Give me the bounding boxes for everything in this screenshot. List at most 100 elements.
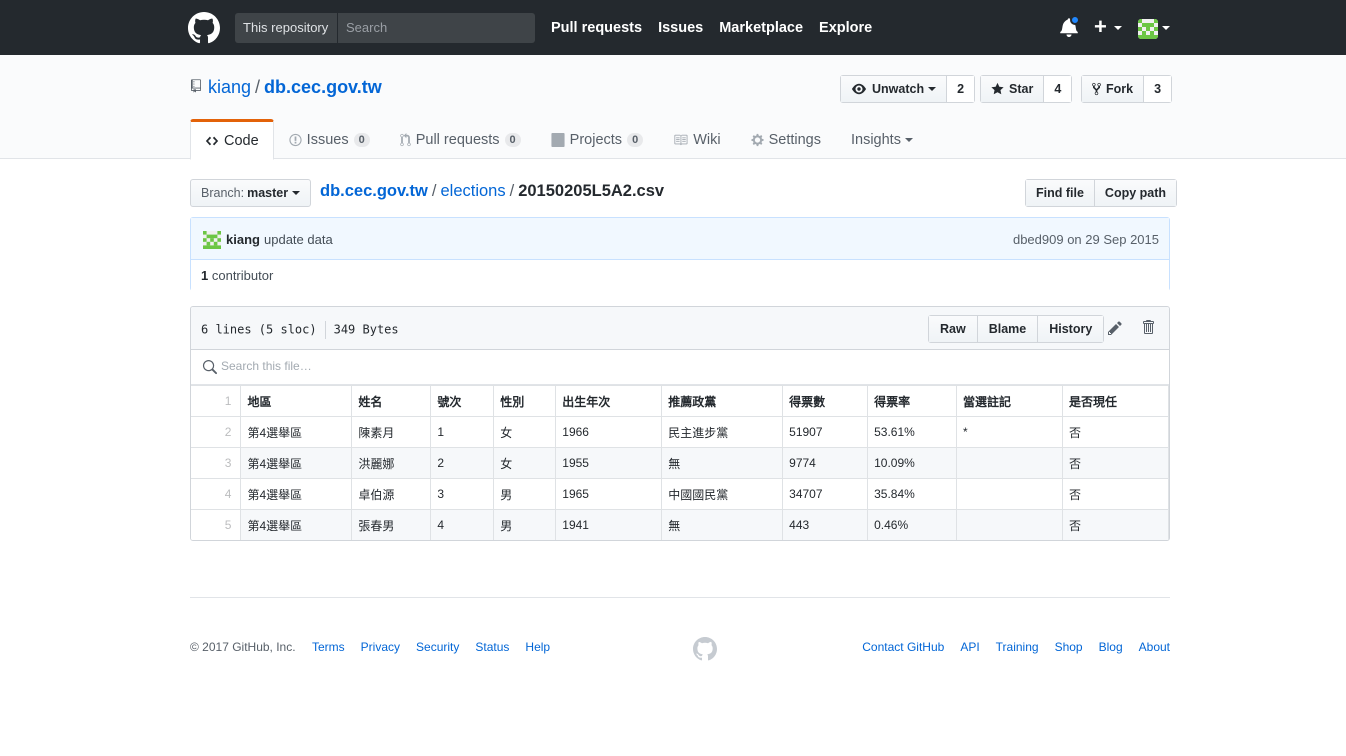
- table-cell: [956, 509, 1063, 540]
- line-number[interactable]: 4: [191, 478, 242, 510]
- tab-settings[interactable]: Settings: [736, 119, 836, 160]
- branch-prefix: Branch:: [201, 186, 245, 200]
- commit-author-link[interactable]: kiang: [226, 232, 260, 247]
- tab-insights[interactable]: Insights: [836, 119, 928, 160]
- fork-label: Fork: [1106, 82, 1134, 96]
- blame-button[interactable]: Blame: [976, 316, 1038, 342]
- line-number[interactable]: 5: [191, 509, 242, 540]
- chevron-down-icon: [928, 87, 937, 91]
- nav-explore[interactable]: Explore: [819, 20, 872, 36]
- table-cell: 陳素月: [351, 416, 432, 448]
- repo-title-separator: /: [255, 77, 261, 97]
- line-number[interactable]: 2: [191, 416, 242, 448]
- nav-marketplace[interactable]: Marketplace: [719, 20, 803, 36]
- search-icon: [202, 360, 217, 375]
- breadcrumb: db.cec.gov.tw / elections/20150205L5A2.csv: [320, 182, 664, 201]
- footer-link-help[interactable]: Help: [525, 640, 550, 654]
- table-cell: 卓伯源: [351, 478, 432, 510]
- table-row: 4 第4選舉區 卓伯源 3 男 1965 中國國民黨 34707 35.84% 否: [191, 478, 1169, 510]
- git-pull-request-icon: [399, 132, 411, 146]
- table-cell: 第4選舉區: [240, 447, 353, 479]
- table-cell: 否: [1061, 447, 1169, 479]
- breadcrumb-folder-link[interactable]: elections: [440, 182, 505, 200]
- footer-copyright: © 2017 GitHub, Inc.: [190, 640, 296, 654]
- tab-code[interactable]: Code: [190, 119, 274, 160]
- raw-button[interactable]: Raw: [929, 316, 977, 342]
- fork-button[interactable]: Fork: [1082, 76, 1145, 102]
- file-info: 6 lines (5 sloc) 349 Bytes: [201, 321, 399, 339]
- contributors-summary[interactable]: 1 contributor: [191, 260, 1169, 291]
- repo-header: kiang / db.cec.gov.tw Unwatch 2 Star 4 For…: [0, 55, 1346, 160]
- tab-pull-requests[interactable]: Pull requests 0: [385, 119, 536, 160]
- line-number[interactable]: 3: [191, 447, 242, 479]
- table-row: 2 第4選舉區 陳素月 1 女 1966 民主進步黨 51907 53.61% * 否: [191, 416, 1169, 448]
- eye-icon: [852, 83, 866, 95]
- create-new-icon[interactable]: +: [1094, 14, 1107, 40]
- table-cell: [956, 478, 1063, 510]
- column-header: 地區: [240, 385, 353, 417]
- user-avatar[interactable]: [1138, 19, 1158, 39]
- footer-link-status[interactable]: Status: [475, 640, 509, 654]
- line-number[interactable]: 1: [191, 385, 242, 417]
- branch-select-button[interactable]: Branch: master: [190, 179, 312, 207]
- forks-count[interactable]: 3: [1144, 76, 1172, 102]
- repo-title: kiang / db.cec.gov.tw: [190, 77, 382, 98]
- column-header: 推薦政黨: [661, 385, 784, 417]
- trashcan-icon[interactable]: [1142, 319, 1154, 335]
- table-cell: 否: [1061, 416, 1169, 448]
- user-caret-icon[interactable]: [1162, 26, 1170, 30]
- project-icon: [551, 132, 565, 147]
- footer-link-shop[interactable]: Shop: [1055, 640, 1083, 654]
- history-button[interactable]: History: [1037, 316, 1104, 342]
- footer-link-contact[interactable]: Contact GitHub: [862, 640, 944, 654]
- github-logo-icon[interactable]: [188, 12, 220, 44]
- create-caret-icon[interactable]: [1114, 26, 1122, 30]
- breadcrumb-root-link[interactable]: db.cec.gov.tw: [320, 182, 428, 200]
- footer-link-security[interactable]: Security: [416, 640, 459, 654]
- copy-path-button[interactable]: Copy path: [1093, 180, 1177, 206]
- pencil-icon[interactable]: [1108, 320, 1122, 336]
- table-cell: 0.46%: [867, 509, 958, 540]
- unwatch-label: Unwatch: [872, 82, 925, 96]
- search-input[interactable]: Search: [338, 13, 387, 43]
- repo-forked-icon: [1092, 82, 1101, 96]
- tab-projects[interactable]: Projects 0: [536, 119, 659, 160]
- table-cell: *: [956, 416, 1063, 448]
- nav-pull-requests[interactable]: Pull requests: [551, 20, 642, 36]
- stargazers-count[interactable]: 4: [1044, 76, 1072, 102]
- footer-link-privacy[interactable]: Privacy: [361, 640, 400, 654]
- tab-issues[interactable]: Issues 0: [274, 119, 385, 160]
- tab-wiki[interactable]: Wiki: [658, 119, 735, 160]
- table-cell: 443: [782, 509, 869, 540]
- table-cell: 第4選舉區: [240, 416, 353, 448]
- global-header: This repository Search Pull requests Iss…: [0, 0, 1346, 55]
- breadcrumb-file-name: 20150205L5A2.csv: [518, 182, 665, 200]
- nav-issues[interactable]: Issues: [658, 20, 703, 36]
- find-file-button[interactable]: Find file: [1026, 180, 1094, 206]
- commit-meta[interactable]: dbed909 on 29 Sep 2015: [1013, 232, 1159, 247]
- repo-owner-link[interactable]: kiang: [208, 77, 251, 97]
- github-mark-icon[interactable]: [693, 637, 717, 661]
- unwatch-button[interactable]: Unwatch: [841, 76, 948, 102]
- footer-link-training[interactable]: Training: [996, 640, 1039, 654]
- header-search[interactable]: This repository Search: [235, 13, 535, 43]
- repo-name-link[interactable]: db.cec.gov.tw: [264, 77, 382, 97]
- column-header: 是否現任: [1061, 385, 1169, 417]
- table-cell: 35.84%: [867, 478, 958, 510]
- footer-link-about[interactable]: About: [1139, 640, 1170, 654]
- file-search[interactable]: Search this file…: [191, 350, 1169, 385]
- footer-link-api[interactable]: API: [960, 640, 979, 654]
- commit-tease: kiang update data dbed909 on 29 Sep 2015…: [190, 217, 1170, 291]
- author-avatar[interactable]: [203, 231, 221, 249]
- file-header: 6 lines (5 sloc) 349 Bytes Raw Blame Hist…: [191, 307, 1169, 350]
- watch-button-group: Unwatch 2: [840, 75, 976, 103]
- csv-table: 1 地區 姓名 號次 性別 出生年次 推薦政黨 得票數 得票率 當選註記 是否現任 2 第4選舉區 陳素月…: [191, 385, 1169, 540]
- footer-link-terms[interactable]: Terms: [312, 640, 345, 654]
- footer-link-blog[interactable]: Blog: [1099, 640, 1123, 654]
- commit-message-link[interactable]: update data: [264, 232, 333, 247]
- column-header: 當選註記: [956, 385, 1063, 417]
- star-button[interactable]: Star: [981, 76, 1045, 102]
- watchers-count[interactable]: 2: [947, 76, 975, 102]
- tab-projects-label: Projects: [569, 131, 623, 148]
- file-search-input[interactable]: Search this file…: [221, 359, 312, 373]
